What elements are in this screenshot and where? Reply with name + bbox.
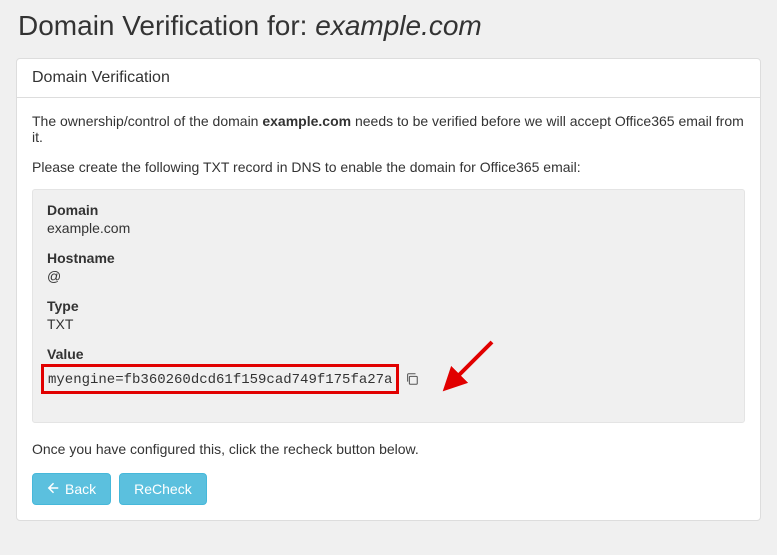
txt-record-value: myengine=fb360260dcd61f159cad749f175fa27…	[48, 372, 392, 388]
value-label: Value	[47, 346, 730, 362]
button-row: Back ReCheck	[32, 473, 745, 505]
domain-label: Domain	[47, 202, 730, 218]
intro-domain: example.com	[262, 113, 351, 129]
type-value: TXT	[47, 316, 730, 332]
post-instruction: Once you have configured this, click the…	[32, 441, 745, 457]
field-domain: Domain example.com	[47, 202, 730, 236]
recheck-button[interactable]: ReCheck	[119, 473, 207, 505]
intro-instructions: Please create the following TXT record i…	[32, 159, 745, 175]
field-value: Value myengine=fb360260dcd61f159cad749f1…	[47, 346, 730, 394]
hostname-label: Hostname	[47, 250, 730, 266]
back-button-label: Back	[65, 481, 96, 497]
panel-heading: Domain Verification	[17, 59, 760, 98]
intro-ownership: The ownership/control of the domain exam…	[32, 113, 745, 145]
back-button[interactable]: Back	[32, 473, 111, 505]
page-title-prefix: Domain Verification for:	[18, 10, 315, 41]
arrow-left-icon	[47, 481, 59, 497]
page-title: Domain Verification for: example.com	[0, 0, 777, 50]
copy-icon[interactable]	[405, 372, 419, 386]
type-label: Type	[47, 298, 730, 314]
field-hostname: Hostname @	[47, 250, 730, 284]
dns-record-box: Domain example.com Hostname @ Type TXT V…	[32, 189, 745, 423]
field-type: Type TXT	[47, 298, 730, 332]
verification-panel: Domain Verification The ownership/contro…	[16, 58, 761, 521]
page-title-domain: example.com	[315, 10, 482, 41]
highlight-annotation: myengine=fb360260dcd61f159cad749f175fa27…	[41, 364, 399, 394]
value-row: myengine=fb360260dcd61f159cad749f175fa27…	[47, 364, 730, 394]
recheck-button-label: ReCheck	[134, 481, 192, 497]
domain-value: example.com	[47, 220, 730, 236]
panel-body: The ownership/control of the domain exam…	[17, 98, 760, 520]
intro-prefix: The ownership/control of the domain	[32, 113, 262, 129]
hostname-value: @	[47, 268, 730, 284]
